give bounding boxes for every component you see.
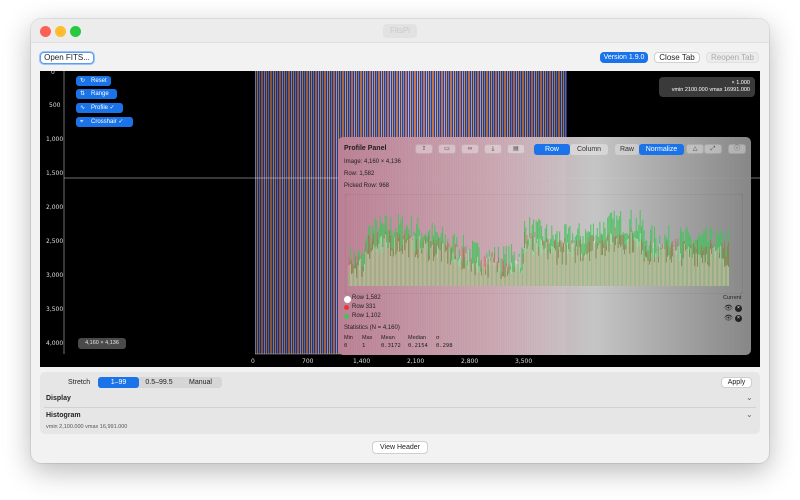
title-bar: FitsPi xyxy=(31,19,769,43)
stats-max: 1 xyxy=(362,343,366,349)
expand-icon[interactable]: ⤢ xyxy=(704,144,722,154)
warning-icon[interactable]: △ xyxy=(686,144,704,154)
reset-label: Reset xyxy=(91,78,107,84)
x-tick: 3,500 xyxy=(515,358,533,365)
range-label: Range xyxy=(91,91,109,97)
open-fits-button[interactable]: Open FITS... xyxy=(40,52,94,64)
profile-label: Profile ✓ xyxy=(91,105,115,111)
y-tick: 500 xyxy=(49,102,61,109)
apply-button[interactable]: Apply xyxy=(721,377,752,388)
stats-header-median: Median xyxy=(408,335,427,341)
profile-panel-title: Profile Panel xyxy=(344,145,387,152)
scale-raw-tab[interactable]: Raw xyxy=(615,144,639,155)
x-tick: 2,100 xyxy=(407,358,425,365)
reopen-tab-button[interactable]: Reopen Tab xyxy=(706,52,759,63)
zoom-window-button[interactable] xyxy=(70,26,81,37)
share-icon[interactable]: ⇪ xyxy=(415,144,433,154)
stats-header-min: Min xyxy=(344,335,353,341)
image-size-badge: 4,160 × 4,136 xyxy=(78,338,126,349)
legend-dot-row-331 xyxy=(344,305,349,310)
app-window: FitsPi Open FITS... Version 1.9.0 Close … xyxy=(31,19,769,463)
crosshair-toggle-button[interactable]: ⌖ Crosshair ✓ xyxy=(76,117,133,127)
legend-dot-row-1582 xyxy=(344,296,351,303)
eye-icon[interactable]: 👁 xyxy=(724,304,733,312)
display-section-header[interactable]: Display xyxy=(46,395,71,402)
stats-min: 0 xyxy=(344,343,348,349)
close-window-button[interactable] xyxy=(40,26,51,37)
x-tick: 2,800 xyxy=(461,358,479,365)
zoom-info-box: × 1.000 vmin 2100.000 vmax 16991.000 xyxy=(659,77,755,97)
crosshair-icon: ⌖ xyxy=(80,119,84,125)
stretch-option-1-99[interactable]: 1–99 xyxy=(98,377,139,388)
x-tick: 1,400 xyxy=(353,358,371,365)
image-dimensions: Image: 4,160 × 4,136 xyxy=(344,159,401,165)
range-button[interactable]: ⇅ Range xyxy=(76,89,117,99)
stats-title: Statistics (N = 4,160) xyxy=(344,325,400,331)
stretch-segmented-control: 1–99 0.5–99.5 Manual xyxy=(98,377,222,388)
info-icon[interactable]: ⓘ xyxy=(728,144,746,154)
chevron-down-icon[interactable]: ⌄ xyxy=(746,410,753,419)
crosshair-label: Crosshair ✓ xyxy=(91,119,124,125)
close-icon[interactable]: × xyxy=(735,315,742,322)
eye-icon[interactable]: 👁 xyxy=(724,314,733,322)
mode-column-tab[interactable]: Column xyxy=(570,144,608,155)
x-tick: 0 xyxy=(251,358,255,365)
profile-plot[interactable] xyxy=(345,194,743,294)
chevron-down-icon[interactable]: ⌄ xyxy=(746,393,753,402)
minimize-window-button[interactable] xyxy=(55,26,66,37)
stats-mean: 0.3172 xyxy=(381,343,401,349)
stretch-option-manual[interactable]: Manual xyxy=(179,377,222,388)
legend-label: Row 1,582 xyxy=(352,295,381,301)
histogram-section-header[interactable]: Histogram xyxy=(46,412,81,419)
view-header-button[interactable]: View Header xyxy=(372,441,428,454)
stats-header-sigma: σ xyxy=(436,335,440,341)
legend-dot-row-1102 xyxy=(344,314,349,319)
y-tick: 2,000 xyxy=(46,204,64,211)
current-label: Current xyxy=(723,295,742,301)
divider xyxy=(44,407,756,408)
reset-button[interactable]: ↻ Reset xyxy=(76,76,111,86)
range-icon: ⇅ xyxy=(80,91,86,97)
mode-row-tab[interactable]: Row xyxy=(534,144,570,155)
profile-icon: ∿ xyxy=(80,105,86,111)
y-tick: 1,500 xyxy=(46,170,64,177)
stats-median: 0.2154 xyxy=(408,343,428,349)
close-icon[interactable]: × xyxy=(735,305,742,312)
x-tick: 700 xyxy=(302,358,314,365)
y-tick: 0 xyxy=(51,71,55,76)
stats-header-mean: Mean xyxy=(381,335,395,341)
link-icon[interactable]: ∞ xyxy=(461,144,479,154)
zoom-level: × 1.000 xyxy=(731,80,750,86)
y-tick: 3,000 xyxy=(46,272,64,279)
version-badge: Version 1.9.0 xyxy=(600,52,648,63)
stretch-option-0.5-99.5[interactable]: 0.5–99.5 xyxy=(139,377,179,388)
trash-icon[interactable]: ▤ xyxy=(507,144,525,154)
y-tick: 4,000 xyxy=(46,340,64,347)
stretch-label: Stretch xyxy=(68,379,91,386)
profile-toggle-button[interactable]: ∿ Profile ✓ xyxy=(76,103,123,113)
row-readout: Row: 1,582 xyxy=(344,171,375,177)
y-tick: 2,500 xyxy=(46,238,64,245)
y-tick: 1,000 xyxy=(46,136,64,143)
window-title: FitsPi xyxy=(383,24,417,38)
close-tab-button[interactable]: Close Tab xyxy=(654,52,700,63)
stats-header-max: Max xyxy=(362,335,373,341)
reset-icon: ↻ xyxy=(80,78,86,84)
y-tick: 3,500 xyxy=(46,306,64,313)
legend-label: Row 331 xyxy=(352,304,376,310)
scale-normalize-tab[interactable]: Normalize xyxy=(639,144,684,155)
profile-panel: Profile Panel ⇪ ▭ ∞ ⤓ ▤ Row Column Raw N… xyxy=(338,137,751,355)
image-viewer[interactable]: 0 500 1,000 1,500 2,000 2,500 3,000 3,50… xyxy=(40,71,760,367)
picked-row-readout: Picked Row: 968 xyxy=(344,183,390,189)
stats-sigma: 0.298 xyxy=(436,343,453,349)
image-icon[interactable]: ▭ xyxy=(438,144,456,154)
pin-icon[interactable]: ⤓ xyxy=(484,144,502,154)
levels-readout: vmin 2100.000 vmax 16991.000 xyxy=(671,87,750,93)
controls-panel: Stretch 1–99 0.5–99.5 Manual Apply Displ… xyxy=(40,372,760,434)
histogram-range: vmin 2,100.000 vmax 16,991.000 xyxy=(46,424,128,430)
legend-label: Row 1,102 xyxy=(352,313,381,319)
